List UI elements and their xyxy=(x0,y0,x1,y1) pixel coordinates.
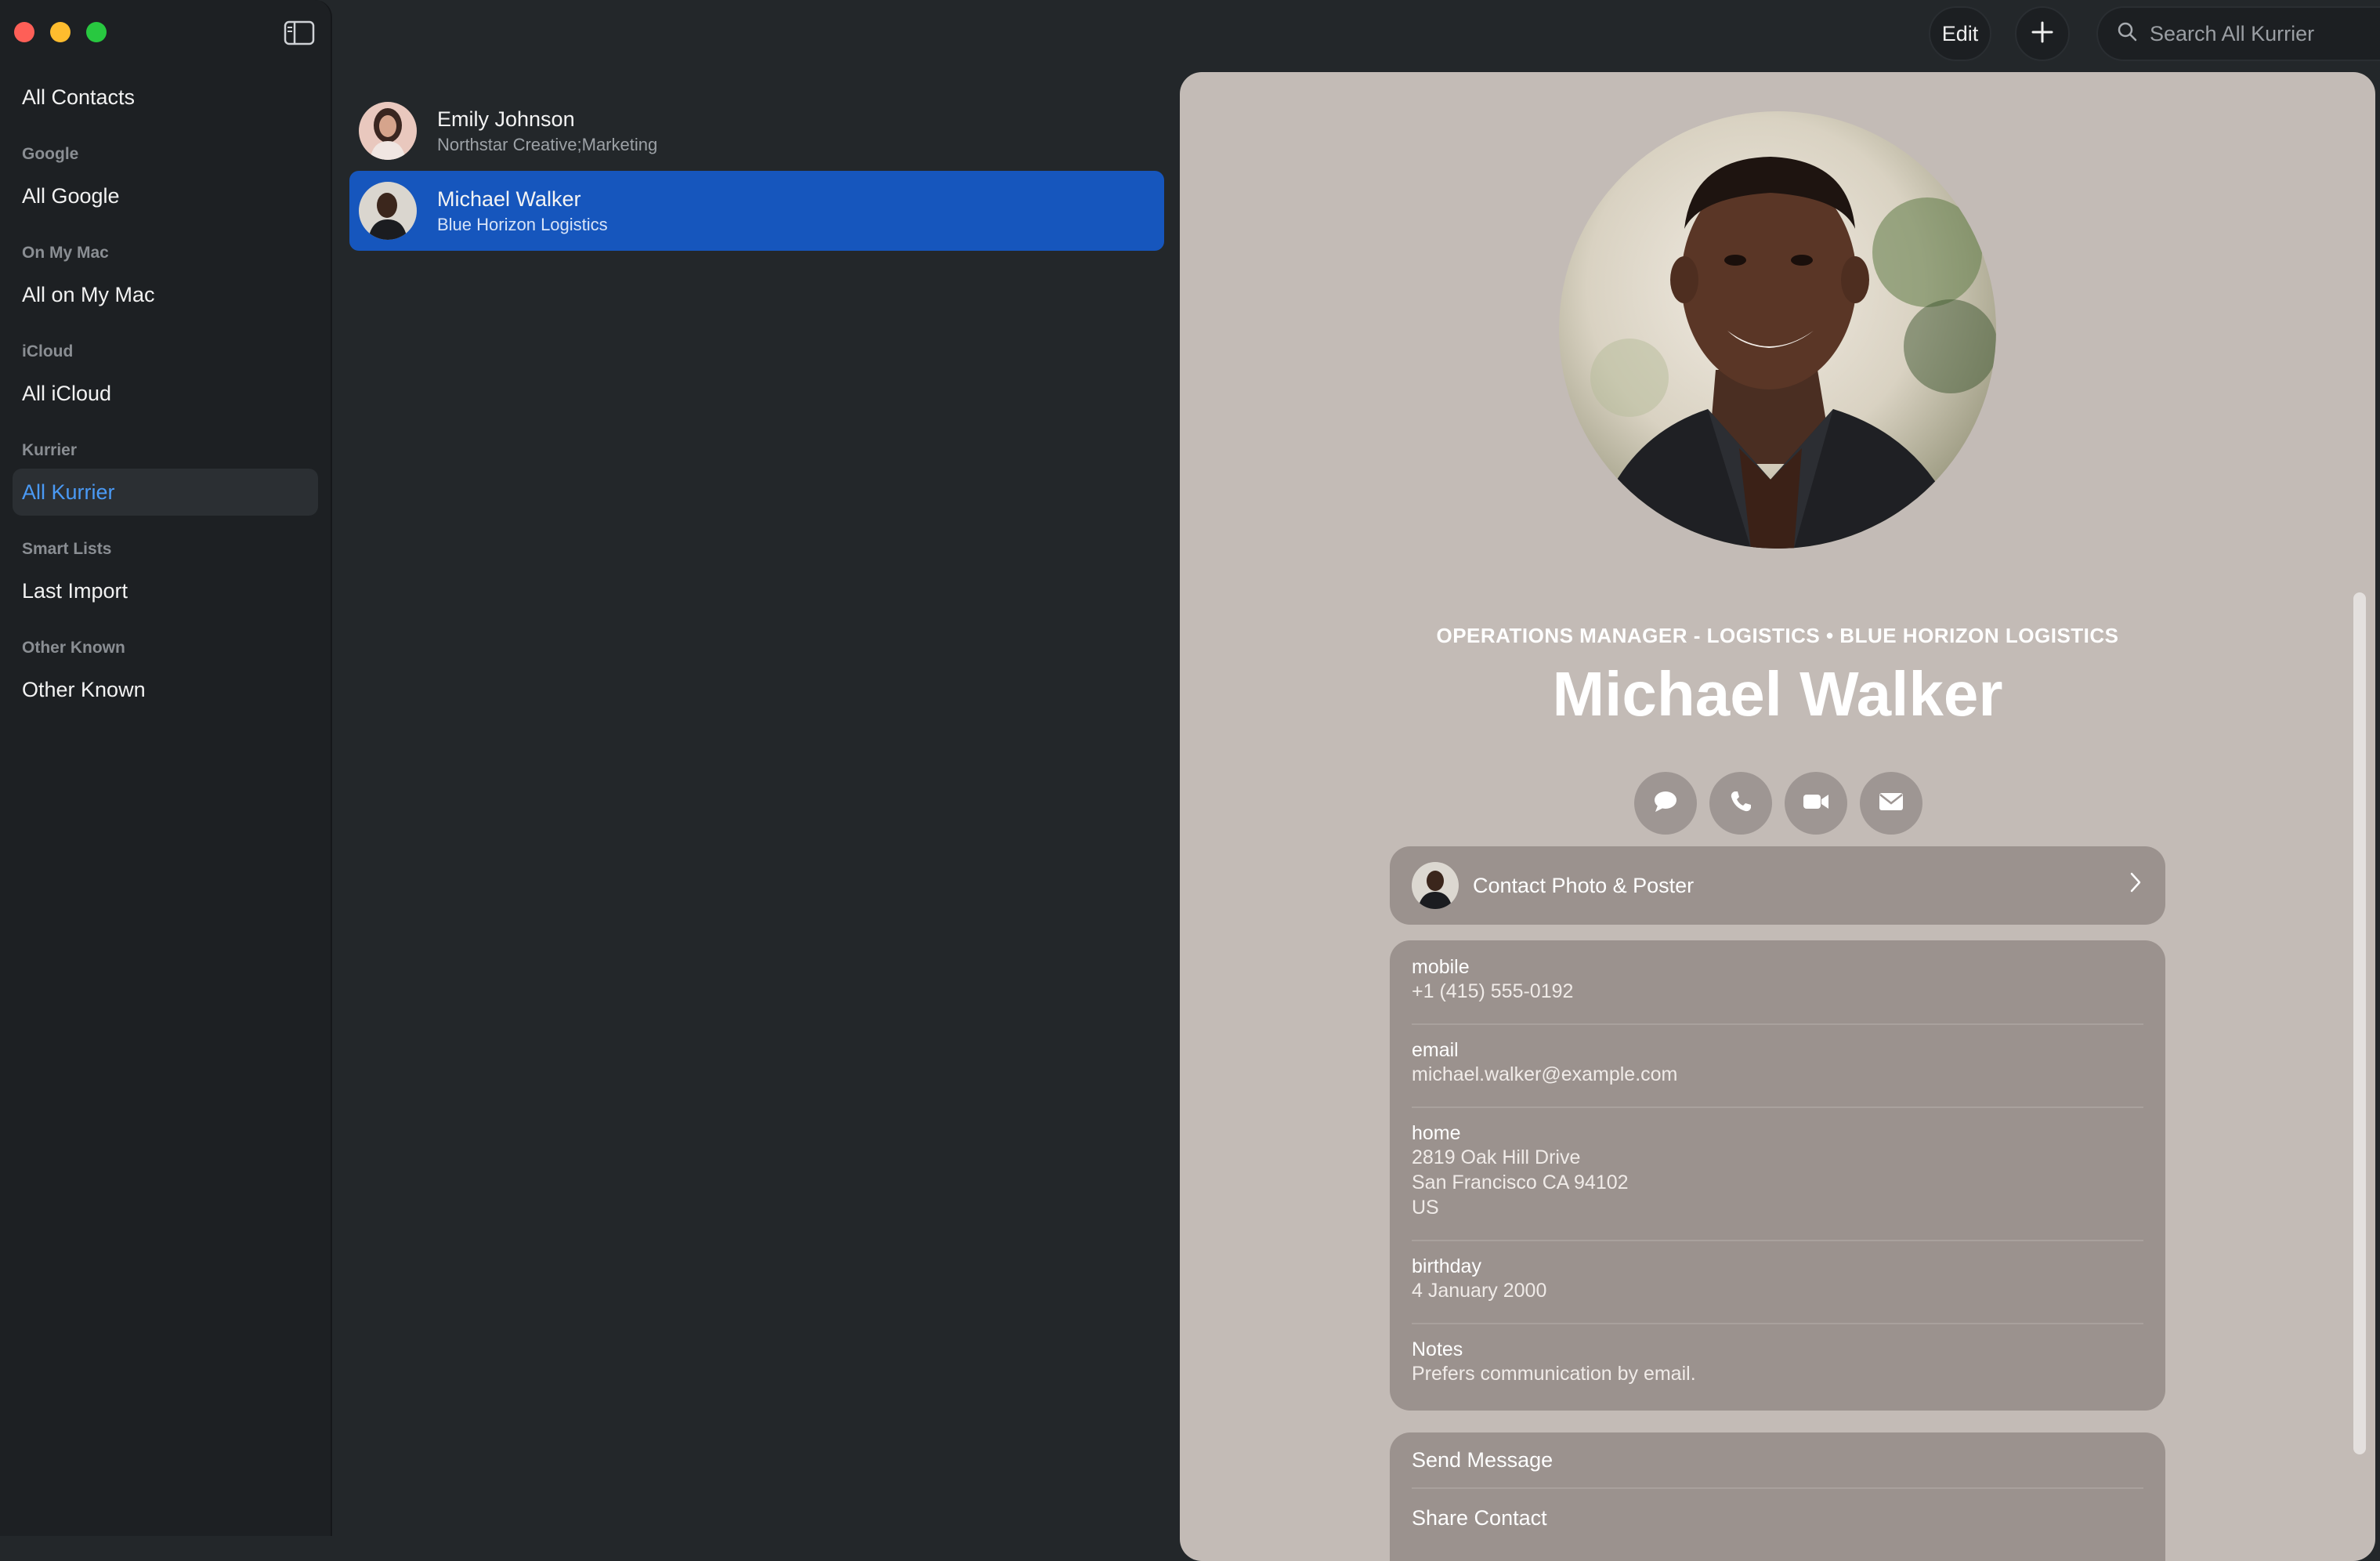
sidebar-group-other-known: Other Known xyxy=(22,639,125,657)
contact-name: Michael Walker xyxy=(437,187,581,211)
contact-row-michael-walker[interactable]: Michael Walker Blue Horizon Logistics xyxy=(349,171,1164,251)
field-label: email xyxy=(1412,1039,1459,1061)
quick-actions xyxy=(1634,772,1922,835)
sidebar-item-all-contacts[interactable]: All Contacts xyxy=(13,74,318,121)
minimize-window-button[interactable] xyxy=(50,22,71,42)
message-button[interactable] xyxy=(1634,772,1697,835)
video-call-button[interactable] xyxy=(1785,772,1847,835)
sidebar-group-google: Google xyxy=(22,145,79,163)
sidebar-item-label: All on My Mac xyxy=(22,282,155,306)
divider xyxy=(1412,1487,2143,1489)
search-placeholder: Search All Kurrier xyxy=(2150,21,2315,45)
edit-button[interactable]: Edit xyxy=(1929,6,1991,61)
plus-icon xyxy=(2031,20,2054,48)
sidebar-item-label: All iCloud xyxy=(22,381,112,405)
contact-company: Blue Horizon Logistics xyxy=(437,214,608,234)
message-icon xyxy=(1652,788,1679,819)
sidebar-item-label: All Kurrier xyxy=(22,480,115,504)
divider xyxy=(1412,1023,2143,1025)
chevron-right-icon xyxy=(2129,871,2142,897)
video-icon xyxy=(1802,791,1830,817)
send-message-button[interactable]: Send Message xyxy=(1412,1448,1553,1472)
search-icon xyxy=(2117,21,2137,47)
avatar xyxy=(1412,862,1459,909)
window-controls xyxy=(14,22,107,42)
field-mobile[interactable]: mobile +1 (415) 555-0192 xyxy=(1412,956,2143,1004)
contact-company: Northstar Creative;Marketing xyxy=(437,134,658,154)
sidebar-item-all-kurrier[interactable]: All Kurrier xyxy=(13,469,318,516)
share-contact-button[interactable]: Share Contact xyxy=(1412,1506,1547,1530)
sidebar-group-kurrier: Kurrier xyxy=(22,441,78,459)
contact-actions-card: Send Message Share Contact xyxy=(1390,1432,2165,1561)
contact-job-title: OPERATIONS MANAGER - LOGISTICS • BLUE HO… xyxy=(1436,624,2119,647)
contact-full-name: Michael Walker xyxy=(1552,659,2003,729)
contact-detail-panel: OPERATIONS MANAGER - LOGISTICS • BLUE HO… xyxy=(1180,72,2375,1561)
sidebar-toggle-icon[interactable] xyxy=(284,20,315,45)
divider xyxy=(1412,1323,2143,1324)
avatar xyxy=(359,182,417,240)
field-notes[interactable]: Notes Prefers communication by email. xyxy=(1412,1338,2143,1386)
sidebar-group-on-my-mac: On My Mac xyxy=(22,244,109,262)
address-line: US xyxy=(1412,1197,1439,1219)
divider xyxy=(1412,1240,2143,1241)
sidebar-item-label: All Contacts xyxy=(22,85,136,109)
sidebar-item-all-icloud[interactable]: All iCloud xyxy=(13,370,318,417)
contact-photo-poster-label: Contact Photo & Poster xyxy=(1473,873,1695,897)
call-button[interactable] xyxy=(1709,772,1772,835)
field-label: mobile xyxy=(1412,956,1470,978)
sidebar-item-label: All Google xyxy=(22,183,120,208)
sidebar-item-label: Last Import xyxy=(22,578,128,603)
sidebar-item-other-known[interactable]: Other Known xyxy=(13,666,318,713)
field-value: 4 January 2000 xyxy=(1412,1280,1547,1302)
mail-button[interactable] xyxy=(1860,772,1922,835)
field-label: birthday xyxy=(1412,1255,1481,1277)
sidebar-item-all-google[interactable]: All Google xyxy=(13,172,318,219)
field-value: +1 (415) 555-0192 xyxy=(1412,980,1574,1002)
close-window-button[interactable] xyxy=(14,22,34,42)
phone-icon xyxy=(1728,789,1753,818)
field-birthday[interactable]: birthday 4 January 2000 xyxy=(1412,1255,2143,1303)
scrollbar[interactable] xyxy=(2353,592,2366,1454)
contact-name: Emily Johnson xyxy=(437,107,575,131)
contact-row-emily-johnson[interactable]: Emily Johnson Northstar Creative;Marketi… xyxy=(349,91,1164,171)
sidebar-item-last-import[interactable]: Last Import xyxy=(13,567,318,614)
field-value: Prefers communication by email. xyxy=(1412,1363,1696,1385)
sidebar-group-smart-lists: Smart Lists xyxy=(22,540,112,558)
sidebar-group-icloud: iCloud xyxy=(22,342,74,360)
field-home-address[interactable]: home 2819 Oak Hill Drive San Francisco C… xyxy=(1412,1122,2143,1220)
field-email[interactable]: email michael.walker@example.com xyxy=(1412,1039,2143,1087)
contact-photo-poster-row[interactable]: Contact Photo & Poster xyxy=(1390,846,2165,925)
search-input[interactable]: Search All Kurrier xyxy=(2096,6,2380,61)
address-line: San Francisco CA 94102 xyxy=(1412,1172,1629,1193)
zoom-window-button[interactable] xyxy=(86,22,107,42)
field-label: home xyxy=(1412,1122,1461,1144)
add-contact-button[interactable] xyxy=(2015,6,2070,61)
field-label: Notes xyxy=(1412,1338,1463,1360)
mail-icon xyxy=(1878,791,1904,816)
avatar xyxy=(359,102,417,160)
sidebar: All Contacts Google All Google On My Mac… xyxy=(0,0,332,1536)
contact-photo xyxy=(1559,111,1996,549)
divider xyxy=(1412,1106,2143,1108)
contact-info-card: mobile +1 (415) 555-0192 email michael.w… xyxy=(1390,940,2165,1411)
address-line: 2819 Oak Hill Drive xyxy=(1412,1146,1581,1168)
field-value: michael.walker@example.com xyxy=(1412,1063,1678,1085)
sidebar-item-label: Other Known xyxy=(22,677,146,701)
sidebar-item-all-on-my-mac[interactable]: All on My Mac xyxy=(13,271,318,318)
